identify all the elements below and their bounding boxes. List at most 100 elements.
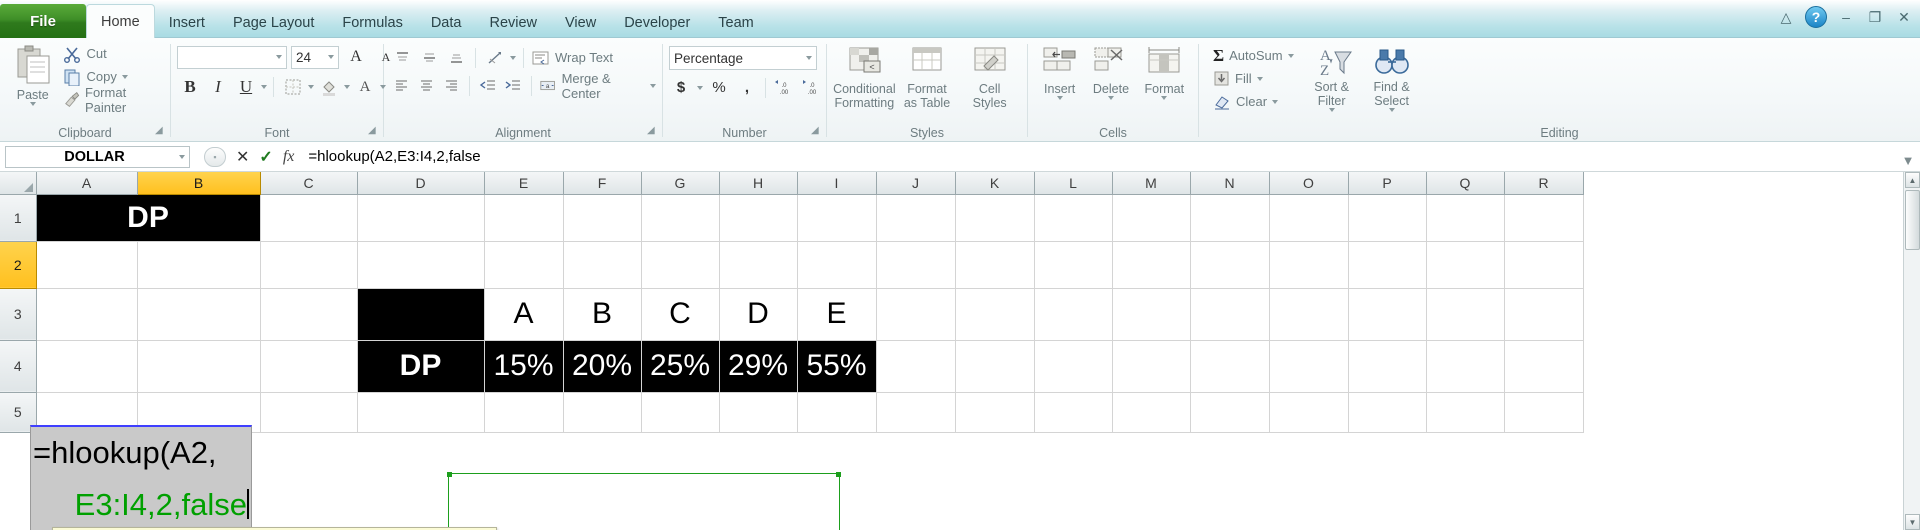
currency-button[interactable]: $: [669, 76, 693, 99]
cell-q5[interactable]: [1426, 392, 1505, 433]
format-painter-button[interactable]: Format Painter: [63, 85, 164, 115]
column-header-e[interactable]: E: [484, 172, 564, 195]
column-header-j[interactable]: J: [876, 172, 956, 195]
expand-formula-bar-icon[interactable]: ▪: [204, 146, 226, 167]
sort-filter-chevron-down-icon[interactable]: [1328, 108, 1335, 112]
font-name-chevron-down-icon[interactable]: [276, 55, 282, 59]
cell-o3[interactable]: [1269, 288, 1349, 341]
delete-cells-chevron-down-icon[interactable]: [1107, 96, 1114, 100]
cell-n3[interactable]: [1190, 288, 1270, 341]
tab-developer[interactable]: Developer: [610, 8, 704, 38]
cell-m4[interactable]: [1112, 340, 1191, 393]
find-select-button[interactable]: Find & Select: [1362, 44, 1422, 112]
conditional-formatting-button[interactable]: < Conditional Formatting: [833, 44, 896, 110]
cell-c3[interactable]: [260, 288, 358, 341]
row-header-3[interactable]: 3: [0, 288, 37, 341]
column-header-f[interactable]: F: [563, 172, 642, 195]
cell-d4[interactable]: DP: [357, 340, 485, 393]
cell-m2[interactable]: [1112, 241, 1191, 289]
column-header-m[interactable]: M: [1112, 172, 1191, 195]
cell-a3[interactable]: [36, 288, 138, 341]
cell-h3[interactable]: D: [719, 288, 798, 341]
cell-h2[interactable]: [719, 241, 798, 289]
cell-p3[interactable]: [1348, 288, 1427, 341]
number-format-select[interactable]: Percentage: [669, 46, 817, 70]
cell-c1[interactable]: [260, 194, 358, 242]
cell-p4[interactable]: [1348, 340, 1427, 393]
cell-i3[interactable]: E: [797, 288, 877, 341]
tab-home[interactable]: Home: [86, 4, 155, 38]
cell-f2[interactable]: [563, 241, 642, 289]
cell-e3[interactable]: A: [484, 288, 564, 341]
font-name-input[interactable]: [177, 45, 287, 69]
cell-e2[interactable]: [484, 241, 564, 289]
find-select-chevron-down-icon[interactable]: [1388, 108, 1395, 112]
comma-style-button[interactable]: ,: [735, 76, 759, 99]
cell-q4[interactable]: [1426, 340, 1505, 393]
format-cells-chevron-down-icon[interactable]: [1161, 96, 1168, 100]
insert-cells-chevron-down-icon[interactable]: [1056, 96, 1063, 100]
cell-r3[interactable]: [1504, 288, 1584, 341]
cell-p1[interactable]: [1348, 194, 1427, 242]
cell-e5[interactable]: [484, 392, 564, 433]
cell-m5[interactable]: [1112, 392, 1191, 433]
cell-m3[interactable]: [1112, 288, 1191, 341]
align-top-button[interactable]: [390, 46, 414, 69]
row-header-2[interactable]: 2: [0, 241, 37, 289]
cell-a2[interactable]: [36, 241, 138, 289]
enter-formula-icon[interactable]: ✓: [259, 147, 272, 167]
tab-view[interactable]: View: [551, 8, 610, 38]
delete-cells-button[interactable]: Delete: [1086, 44, 1136, 100]
column-header-p[interactable]: P: [1348, 172, 1427, 195]
cell-e1[interactable]: [484, 194, 564, 242]
cell-l3[interactable]: [1034, 288, 1113, 341]
column-header-b[interactable]: B: [137, 172, 261, 195]
decrease-indent-button[interactable]: [477, 74, 499, 97]
cell-i2[interactable]: [797, 241, 877, 289]
autosum-button[interactable]: Σ AutoSum: [1213, 44, 1294, 67]
column-header-h[interactable]: H: [719, 172, 798, 195]
cell-e4[interactable]: 15%: [484, 340, 564, 393]
column-header-d[interactable]: D: [357, 172, 485, 195]
tab-file[interactable]: File: [0, 4, 86, 38]
paste-button[interactable]: Paste: [6, 42, 59, 106]
cell-g1[interactable]: [641, 194, 720, 242]
cell-h4[interactable]: 29%: [719, 340, 798, 393]
cell-d2[interactable]: [357, 241, 485, 289]
format-cells-button[interactable]: Format: [1137, 44, 1191, 100]
scroll-up-arrow-icon[interactable]: ▲: [1905, 172, 1920, 188]
tab-page-layout[interactable]: Page Layout: [219, 8, 328, 38]
cell-l2[interactable]: [1034, 241, 1113, 289]
column-header-i[interactable]: I: [797, 172, 877, 195]
select-all-corner[interactable]: [0, 172, 37, 195]
column-header-k[interactable]: K: [955, 172, 1035, 195]
cell-d1[interactable]: [357, 194, 485, 242]
insert-cells-button[interactable]: Insert: [1035, 44, 1085, 100]
increase-indent-button[interactable]: [502, 74, 524, 97]
cell-r1[interactable]: [1504, 194, 1584, 242]
italic-button[interactable]: I: [205, 74, 231, 100]
cell-o1[interactable]: [1269, 194, 1349, 242]
cell-l1[interactable]: [1034, 194, 1113, 242]
align-right-button[interactable]: [440, 74, 462, 97]
formula-bar-expand-icon[interactable]: ▼: [1900, 146, 1916, 168]
cell-f4[interactable]: 20%: [563, 340, 642, 393]
cell-j1[interactable]: [876, 194, 956, 242]
underline-button[interactable]: U: [233, 74, 259, 100]
cell-j4[interactable]: [876, 340, 956, 393]
cell-i4[interactable]: 55%: [797, 340, 877, 393]
cell-o5[interactable]: [1269, 392, 1349, 433]
column-header-o[interactable]: O: [1269, 172, 1349, 195]
clipboard-dialog-launcher-icon[interactable]: ◢: [155, 125, 166, 136]
cell-g5[interactable]: [641, 392, 720, 433]
column-header-g[interactable]: G: [641, 172, 720, 195]
align-bottom-button[interactable]: [444, 46, 468, 69]
orientation-chevron-down-icon[interactable]: [510, 55, 516, 60]
borders-chevron-down-icon[interactable]: [308, 85, 314, 89]
cell-b4[interactable]: [137, 340, 261, 393]
cell-n1[interactable]: [1190, 194, 1270, 242]
close-icon[interactable]: ✕: [1894, 7, 1914, 27]
cut-button[interactable]: Cut: [63, 42, 164, 65]
tab-formulas[interactable]: Formulas: [328, 8, 416, 38]
column-header-c[interactable]: C: [260, 172, 358, 195]
